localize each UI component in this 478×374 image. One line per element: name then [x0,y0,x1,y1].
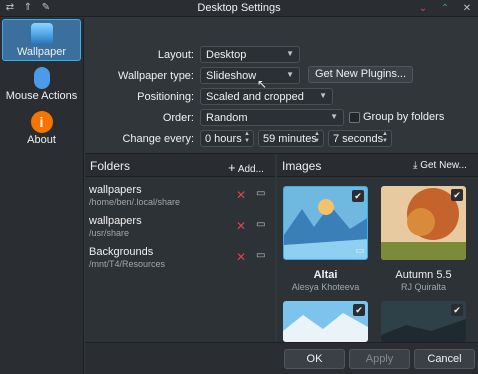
layout-label: Layout: [157,49,194,61]
seconds-spinbox[interactable]: 7 seconds ▲ ▼ [328,130,392,147]
images-panel: Images ⤓ Get New... ✔ ▭ Altai Alesya Kho… [277,154,478,342]
sidebar-item-about[interactable]: i About [2,108,81,150]
spin-arrows-icon[interactable]: ▲ ▼ [314,131,320,145]
sidebar: Wallpaper Mouse Actions i About [0,18,84,374]
folder-name: wallpapers [89,184,142,196]
ok-button[interactable]: OK [284,349,345,369]
remove-icon[interactable]: ✕ [236,250,246,264]
info-icon: i [30,111,53,133]
selected-check-icon[interactable]: ✔ [352,190,364,202]
minutes-spinbox[interactable]: 59 minutes ▲ ▼ [258,130,324,147]
group-by-folders-label: Group by folders [363,111,445,123]
sidebar-item-label: About [27,134,56,146]
get-new-plugins-button[interactable]: Get New Plugins... [308,66,413,83]
wallpaper-type-combo[interactable]: Slideshow ▼ [200,67,300,84]
apply-button[interactable]: Apply [349,349,410,369]
download-icon: ⤓ [413,160,418,171]
positioning-combo[interactable]: Scaled and cropped ▼ [200,88,333,105]
folder-path: /usr/share [89,228,130,238]
folders-title: Folders [90,159,131,173]
image-name: Altai [313,269,338,281]
layout-value: Desktop [206,49,247,61]
order-value: Random [206,112,248,124]
change-every-label: Change every: [122,133,194,145]
group-by-folders-checkbox[interactable] [349,112,360,123]
titlebar: ⇄ ⇑ ✎ Desktop Settings ⌄ ⌃ ✕ [0,0,478,17]
folder-open-icon[interactable]: ▭ [256,250,265,261]
sidebar-item-wallpaper[interactable]: Wallpaper [2,19,81,61]
cancel-button[interactable]: Cancel [414,349,475,369]
folder-name: wallpapers [89,215,142,227]
remove-icon[interactable]: ✕ [236,219,246,233]
wallpaper-thumbnail[interactable]: ✔ ▭ [283,186,368,260]
sidebar-item-label: Wallpaper [16,46,67,58]
spin-arrows-icon[interactable]: ▲ ▼ [382,131,388,145]
get-new-images-button[interactable]: ⤓ Get New... [413,160,467,171]
seconds-value: 7 seconds [333,133,384,145]
plus-icon: + [228,160,236,175]
hours-spinbox[interactable]: 0 hours ▲ ▼ [200,130,254,147]
folder-item[interactable]: wallpapers /home/ben/.local/share ✕ ▭ [85,181,275,211]
get-new-images-label: Get New... [420,160,467,171]
maximize-icon[interactable]: ⌃ [438,2,452,15]
sidebar-item-label: Mouse Actions [5,90,78,102]
selected-check-icon[interactable]: ✔ [353,304,365,316]
dialog-button-bar: OK Apply Cancel [85,342,478,374]
chevron-down-icon: ▼ [286,49,294,58]
chevron-down-icon: ▼ [286,70,294,79]
spin-arrows-icon[interactable]: ▲ ▼ [244,131,250,145]
positioning-value: Scaled and cropped [206,91,304,103]
add-folder-button[interactable]: + Add... [228,160,264,175]
wallpaper-icon [30,23,53,45]
images-title: Images [282,159,322,173]
folder-path: /mnt/T4/Resources [89,259,166,269]
window-title: Desktop Settings [197,2,281,14]
chevron-down-icon: ▼ [330,112,338,121]
image-author: Alesya Khoteeva [291,282,360,292]
folder-item[interactable]: Backgrounds /mnt/T4/Resources ✕ ▭ [85,243,275,273]
wallpaper-thumbnail[interactable]: ✔ [381,186,466,260]
folder-name: Backgrounds [89,246,154,258]
folders-panel: Folders + Add... wallpapers /home/ben/.l… [85,154,275,342]
order-combo[interactable]: Random ▼ [200,109,344,126]
remove-icon[interactable]: ✕ [236,188,246,202]
add-folder-label: Add... [237,164,264,175]
layout-combo[interactable]: Desktop ▼ [200,46,300,63]
minimize-icon[interactable]: ⌄ [416,2,430,15]
wallpaper-thumbnail[interactable]: ✔ [381,301,466,342]
images-header: Images ⤓ Get New... [277,154,478,177]
hours-value: 0 hours [205,133,242,145]
wallpaper-thumbnail[interactable]: ✔ [283,301,368,342]
folders-header: Folders + Add... [85,154,275,177]
close-icon[interactable]: ✕ [460,2,474,15]
folder-open-icon[interactable]: ▭ [355,245,364,256]
sidebar-item-mouse-actions[interactable]: Mouse Actions [2,64,81,106]
mouse-icon [33,67,50,89]
minutes-value: 59 minutes [263,133,317,145]
folder-open-icon[interactable]: ▭ [256,219,265,230]
selected-check-icon[interactable]: ✔ [451,189,463,201]
order-label: Order: [162,112,194,124]
folder-open-icon[interactable]: ▭ [256,188,265,199]
wallpaper-type-label: Wallpaper type: [117,70,194,82]
image-name: Autumn 5.5 [395,269,452,281]
image-author: RJ Quiralta [400,282,446,292]
chevron-down-icon: ▼ [319,91,327,100]
wallpaper-type-value: Slideshow [206,70,257,82]
folder-item[interactable]: wallpapers /usr/share ✕ ▭ [85,212,275,242]
positioning-label: Positioning: [137,91,194,103]
selected-check-icon[interactable]: ✔ [451,304,463,316]
folder-path: /home/ben/.local/share [89,197,181,207]
